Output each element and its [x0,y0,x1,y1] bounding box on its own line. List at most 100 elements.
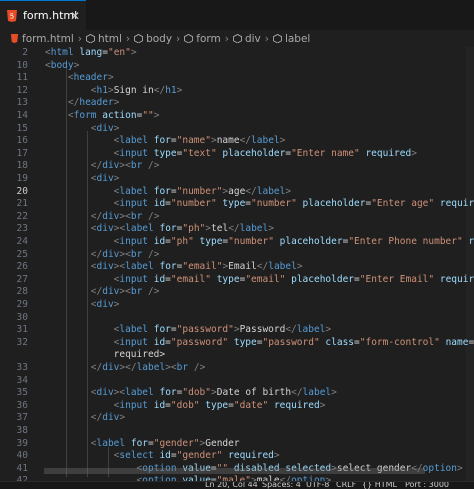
line-code: <label for="password">Password</label> [113,324,332,336]
line-number: 27 [16,273,28,285]
line-code: <input id="number" type="number" placeho… [113,198,474,210]
code-line[interactable]: 38 [0,425,474,438]
code-line[interactable]: 25 </div><br /> [0,249,474,262]
element-icon [134,34,144,43]
code-line[interactable]: 15 <div> [0,123,474,136]
breadcrumb-div[interactable]: div [232,33,261,45]
code-line[interactable]: 35 <div><label for="dob">Date of birth</… [0,387,474,400]
code-line[interactable]: 23 <div><label for="ph">tel</label> [0,223,474,236]
line-number: 17 [16,147,28,159]
code-line[interactable]: 13 </header> [0,97,474,110]
line-number: 30 [16,311,28,323]
line-number: 28 [16,286,28,298]
line-code: <input id="dob" type="date" required> [113,399,326,411]
line-number: 40 [16,450,28,462]
line-number: 24 [16,236,28,247]
line-code: </div></label><br /> [90,362,206,373]
line-number: 25 [16,248,28,260]
line-code: <html lang="en"> [45,47,137,58]
code-line[interactable]: 18 </div><br /> [0,160,474,173]
line-number: 2 [22,47,28,58]
code-line[interactable]: 29 <div> [0,299,474,312]
code-line[interactable]: 19 <div> [0,173,474,186]
line-number: 10 [16,59,28,71]
html-file-icon: 5 [7,9,17,22]
code-editor[interactable]: 2 <html lang="en"> 10 <body> 11 <header> 12 <… [0,47,474,481]
line-code: </header> [67,97,120,109]
code-line[interactable]: 20 <label for="number">age</label> [0,186,474,199]
horizontal-scrollbar[interactable] [44,468,425,474]
code-line[interactable]: 22 </div><br /> [0,211,474,224]
line-number: 37 [16,412,28,424]
vertical-scrollbar[interactable] [466,47,474,481]
line-code: <input id="email" type="email" placehold… [113,273,474,285]
code-line[interactable]: 39 <label for="gender">Gender [0,438,474,451]
code-line[interactable]: 26 <div><label for="email">Email</label> [0,261,474,274]
line-number: 34 [16,374,28,386]
code-line[interactable]: 17 <input type="text" placeholder="Enter… [0,148,474,161]
line-code: <input id="ph" type="number" placeholder… [113,236,474,247]
line-number: 23 [16,223,28,235]
breadcrumb-label[interactable]: label [272,33,310,45]
html-file-icon [10,34,19,43]
code-line[interactable]: 30 [0,312,474,325]
code-line[interactable]: 32 <input id="password" type="password" … [0,337,474,350]
line-number: 14 [16,110,28,121]
code-line[interactable]: 36 <input id="dob" type="date" required> [0,400,474,413]
line-code: </div><br /> [90,248,160,260]
code-line[interactable]: 34 [0,375,474,388]
code-line[interactable]: 10 <body> [0,60,474,73]
line-number: 11 [16,72,28,84]
breadcrumb-form[interactable]: form [184,33,221,45]
element-icon [272,34,282,43]
line-number: 12 [16,84,28,96]
code-line[interactable]: 2 <html lang="en"> [0,47,474,60]
breadcrumb-html[interactable]: html [85,33,122,45]
line-number: 33 [16,362,28,373]
close-icon[interactable]: ✕ [70,9,80,23]
line-code: <div> [90,122,120,134]
line-number: 18 [16,160,28,172]
line-number: 19 [16,173,28,184]
code-line[interactable]: 21 <input id="number" type="number" plac… [0,198,474,211]
line-code: <label for="number">age</label> [113,185,292,197]
breadcrumb: form.html › html › body › form › div › l… [0,30,474,47]
line-code: <input type="text" placeholder="Enter na… [113,147,417,159]
chevron-right-icon: › [176,32,181,45]
line-number: 16 [16,135,28,147]
line-number: 21 [16,198,28,210]
chevron-right-icon: › [264,32,269,45]
code-line[interactable]: 14 <form action=""> [0,110,474,123]
code-line[interactable]: 40 <select id="gender" required> [0,450,474,463]
code-line[interactable]: 16 <label for="name">name</label> [0,135,474,148]
line-number: 22 [16,210,28,222]
code-line[interactable]: 28 </div><br /> [0,286,474,299]
tab-bar: 5 form.html ✕ [0,0,474,31]
line-code: <div><label for="email">Email</label> [90,261,303,273]
breadcrumb-body[interactable]: body [134,33,172,45]
breadcrumb-file[interactable]: form.html [10,33,74,45]
line-code: required> [45,349,166,361]
line-code: <header> [67,72,114,84]
line-code: <body> [45,59,80,71]
code-line[interactable]: 27 <input id="email" type="email" placeh… [0,274,474,287]
code-line[interactable]: 31 <label for="password">Password</label… [0,324,474,337]
chevron-right-icon: › [77,32,82,45]
code-line[interactable]: 37 </div> [0,412,474,425]
code-line[interactable]: 33 </div></label><br /> [0,362,474,375]
element-icon [184,34,194,43]
line-code: </div><br /> [90,210,160,222]
code-line[interactable]: 12 <h1>Sign in</h1> [0,85,474,98]
line-code: </div> [90,412,126,424]
tab-form-html[interactable]: 5 form.html ✕ [0,0,86,30]
line-number: 15 [16,122,28,134]
line-code: <select id="gender" required> [113,450,280,462]
code-line[interactable]: 11 <header> [0,72,474,85]
line-code: <div><label for="ph">tel</label> [90,223,274,235]
line-code: <div><label for="dob">Date of birth</lab… [90,387,337,399]
chevron-right-icon: › [125,32,131,45]
code-line[interactable]: required> [0,349,474,362]
line-number: 13 [16,97,28,109]
line-number: 31 [16,324,28,336]
code-line[interactable]: 24 <input id="ph" type="number" placehol… [0,236,474,249]
